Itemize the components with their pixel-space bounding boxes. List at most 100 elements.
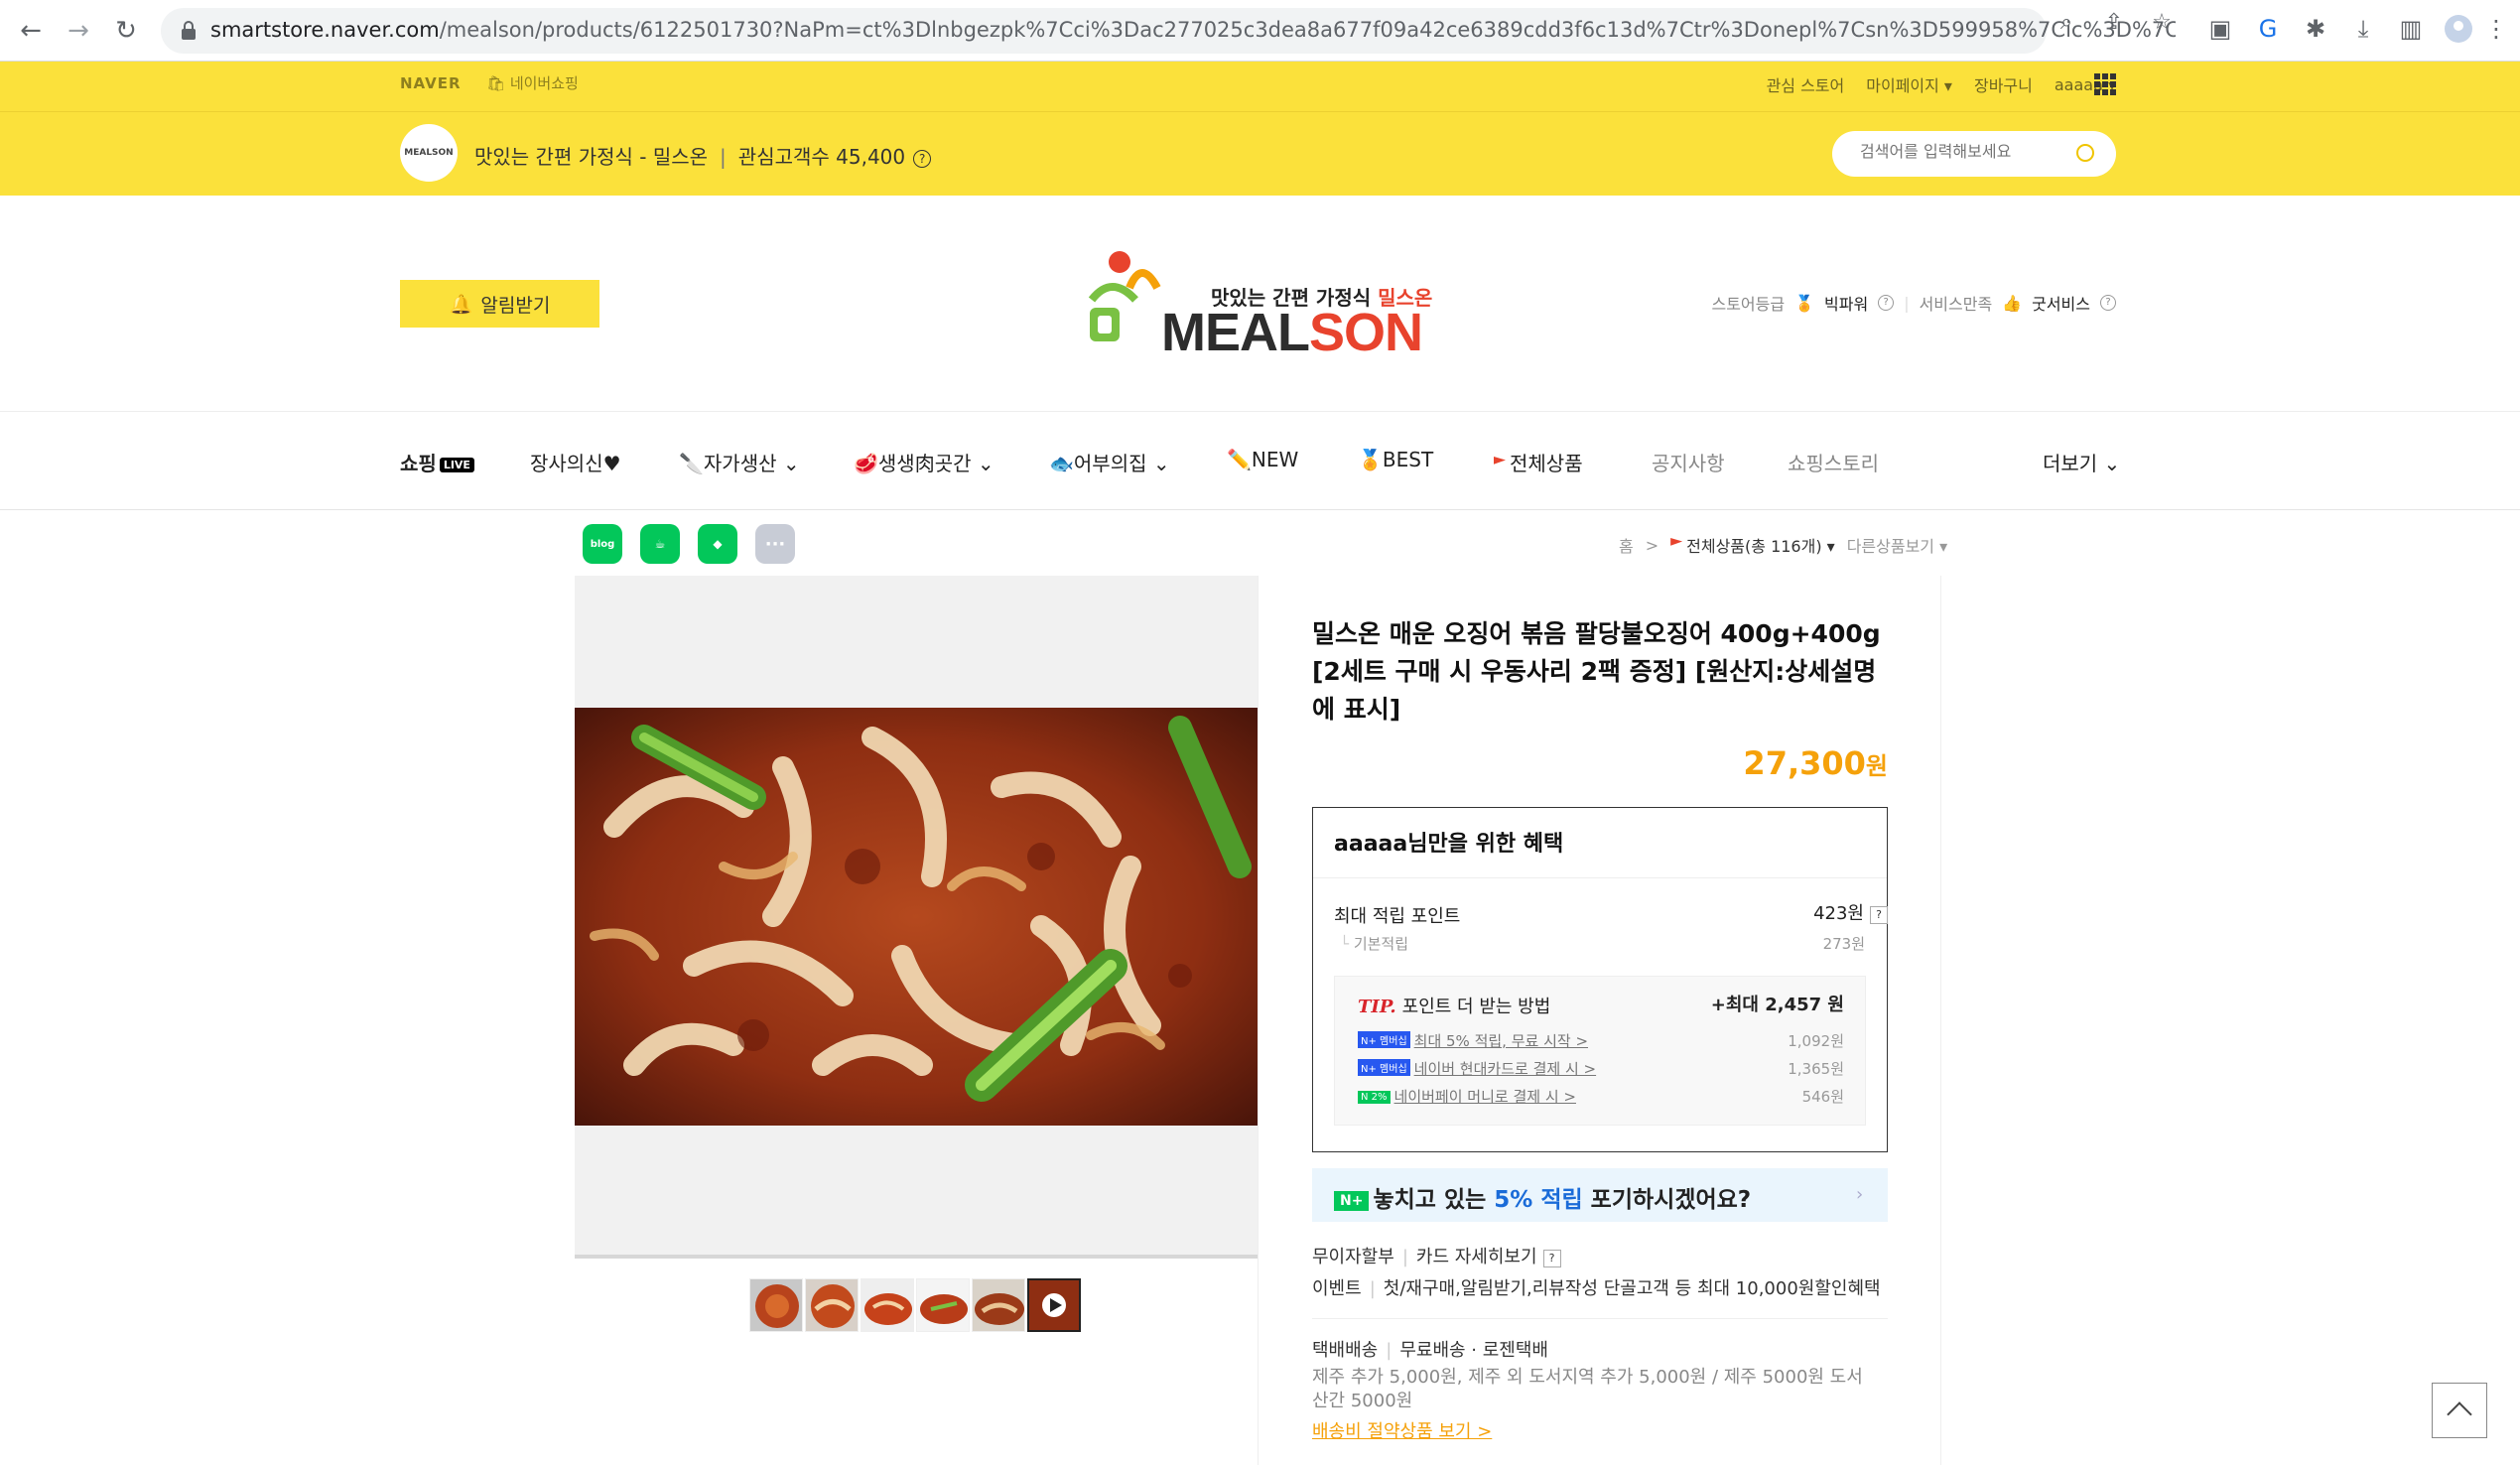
- basic-point-label: └ 기본적립: [1340, 935, 1409, 953]
- search-input[interactable]: [1860, 142, 2058, 161]
- address-bar[interactable]: smartstore.naver.com/mealson/products/61…: [161, 8, 2176, 54]
- shipping-saving-link[interactable]: 배송비 절약상품 보기 >: [1312, 1417, 1492, 1443]
- thumbnail[interactable]: [749, 1278, 803, 1332]
- download-icon[interactable]: ⤓: [2348, 14, 2378, 44]
- search-icon[interactable]: [2076, 144, 2094, 162]
- chevron-right-icon: ›: [1856, 1184, 1864, 1205]
- tip-row-naverpay[interactable]: N 2% 네이버페이 머니로 결제 시 >: [1358, 1086, 1576, 1107]
- thumbs-up-icon: 👍: [2002, 293, 2023, 313]
- zoom-icon[interactable]: ⌕: [2055, 11, 2078, 35]
- help-icon[interactable]: ?: [1878, 295, 1895, 311]
- card-detail-link[interactable]: 카드 자세히보기: [1416, 1247, 1537, 1267]
- more-share-icon[interactable]: ···: [755, 524, 795, 564]
- alarm-subscribe-button[interactable]: 🔔 알림받기: [400, 280, 599, 328]
- store-search[interactable]: [1832, 131, 2116, 177]
- tip-title: TIP. 포인트 더 받는 방법: [1358, 997, 1551, 1017]
- top-links: 관심 스토어 마이페이지 ▾ 장바구니 aaaaa ▾: [1767, 72, 2116, 96]
- tip-row-naverpay-value: 546원: [1801, 1088, 1844, 1106]
- product-main-image[interactable]: [575, 708, 1258, 1126]
- extensions-puzzle-icon[interactable]: ✱: [2301, 14, 2330, 44]
- store-title[interactable]: 맛있는 간편 가정식 - 밀스온 | 관심고객수 45,400?: [474, 141, 932, 170]
- cart-link[interactable]: 장바구니: [1974, 72, 2033, 96]
- breadcrumb-current[interactable]: 전체상품(총 116개) ▾: [1670, 533, 1835, 557]
- profile-avatar[interactable]: [2444, 14, 2473, 44]
- nav-jangsa[interactable]: 장사의신♥: [530, 448, 621, 476]
- meat-icon: 🥩: [854, 452, 878, 475]
- naver-logo[interactable]: NAVER: [400, 74, 462, 92]
- thumbnail[interactable]: [972, 1278, 1025, 1332]
- forward-icon[interactable]: →: [62, 14, 95, 48]
- flag-icon: [1494, 457, 1506, 465]
- nav-shopping-live[interactable]: 쇼핑 LIVE: [400, 448, 474, 476]
- nav-meat[interactable]: 🥩생생肉곳간 ⌄: [854, 448, 995, 476]
- bookmark-star-icon[interactable]: ☆: [2150, 11, 2174, 35]
- bell-plus-icon: 🔔: [449, 293, 473, 316]
- tip-max-value: +최대 2,457 원: [1710, 995, 1844, 1015]
- shopping-bag-icon: 🛍: [486, 74, 506, 92]
- thumbnail-list: [749, 1278, 1081, 1332]
- browser-toolbar: ← → ↻ smartstore.naver.com/mealson/produ…: [0, 0, 2520, 62]
- thumbnail[interactable]: [916, 1278, 970, 1332]
- share-icon[interactable]: ⇪: [2102, 11, 2126, 35]
- help-icon[interactable]: ?: [1870, 906, 1888, 924]
- breadcrumb: 홈 > 전체상품(총 116개) ▾ 다른상품보기 ▾: [1619, 533, 1947, 557]
- blog-share-icon[interactable]: blog: [583, 524, 622, 564]
- nav-all-products[interactable]: 전체상품: [1494, 448, 1583, 476]
- fish-icon: 🐟: [1049, 452, 1074, 475]
- tip-row-membership-value: 1,092원: [1788, 1032, 1844, 1050]
- divider: [1313, 877, 1887, 878]
- nav-more[interactable]: 더보기 ⌄: [2043, 448, 2120, 476]
- knife-icon: 🔪: [679, 452, 704, 475]
- naver-shopping-link[interactable]: 🛍 네이버쇼핑: [486, 72, 579, 93]
- nav-fisherman[interactable]: 🐟어부의집 ⌄: [1049, 448, 1170, 476]
- url-text: smartstore.naver.com/mealson/products/61…: [210, 18, 2176, 42]
- delivery-row: 택배배송 | 무료배송 · 로젠택배: [1312, 1340, 1548, 1361]
- basic-point-value: 273원: [1822, 935, 1865, 953]
- thumbnail[interactable]: [805, 1278, 859, 1332]
- max-point-label: 최대 적립 포인트: [1334, 906, 1461, 927]
- logo-wordmark: MEALSON: [1161, 303, 1423, 362]
- store-logo[interactable]: 맛있는 간편 가정식 밀스온 MEALSON: [1082, 242, 1439, 371]
- delivery-note: 제주 추가 5,000원, 제주 외 도서지역 추가 5,000원 / 제주 5…: [1312, 1367, 1863, 1411]
- other-products-dropdown[interactable]: 다른상품보기 ▾: [1847, 533, 1947, 557]
- help-icon[interactable]: ?: [913, 150, 932, 168]
- max-point-value: 423원?: [1813, 899, 1888, 925]
- divider: [1312, 1318, 1888, 1319]
- nav-shopping-story[interactable]: 쇼핑스토리: [1788, 448, 1879, 476]
- interest-store-link[interactable]: 관심 스토어: [1767, 72, 1845, 96]
- cafe-share-icon[interactable]: ☕: [640, 524, 680, 564]
- membership-banner-text[interactable]: N+ 놓치고 있는 5% 적립 포기하시겠어요?: [1334, 1180, 1751, 1214]
- nav-new[interactable]: ✏️NEW: [1227, 448, 1298, 471]
- translate-extension-icon[interactable]: G: [2253, 14, 2283, 44]
- tip-row-card[interactable]: N+ 멤버십 네이버 현대카드로 결제 시 >: [1358, 1058, 1596, 1079]
- nav-notice[interactable]: 공지사항: [1652, 448, 1725, 476]
- product-price: 27,300원: [1743, 744, 1888, 782]
- breadcrumb-home[interactable]: 홈: [1619, 533, 1634, 557]
- side-panel-icon[interactable]: ▥: [2396, 14, 2426, 44]
- keep-share-icon[interactable]: ◆: [698, 524, 737, 564]
- medal-icon: 🏅: [1358, 448, 1383, 471]
- reload-icon[interactable]: ↻: [109, 14, 143, 48]
- mypage-link[interactable]: 마이페이지 ▾: [1866, 72, 1952, 96]
- thumbnail[interactable]: [861, 1278, 914, 1332]
- apps-grid-icon[interactable]: [2094, 73, 2116, 95]
- tip-row-membership[interactable]: N+ 멤버십 최대 5% 적립, 무료 시작 >: [1358, 1030, 1588, 1051]
- naver-top-bar: [0, 62, 2520, 112]
- flag-icon: [1670, 538, 1683, 546]
- event-row: 이벤트 | 첫/재구매,알림받기,리뷰작성 단골고객 등 최대 10,000원할인혜…: [1312, 1278, 1881, 1299]
- menu-kebab-icon[interactable]: ⋮: [2481, 14, 2511, 44]
- pencil-icon: ✏️: [1227, 448, 1252, 471]
- lock-icon: [182, 21, 196, 40]
- share-buttons: blog ☕ ◆ ···: [583, 524, 795, 564]
- help-icon[interactable]: ?: [2100, 295, 2116, 311]
- chevron-up-icon: [2447, 1401, 2472, 1427]
- installment-row: 무이자할부 | 카드 자세히보기?: [1312, 1243, 1561, 1268]
- video-thumbnail[interactable]: [1027, 1278, 1081, 1332]
- nav-best[interactable]: 🏅BEST: [1358, 448, 1433, 471]
- scroll-to-top-button[interactable]: [2432, 1383, 2487, 1438]
- help-icon[interactable]: ?: [1542, 1250, 1561, 1267]
- image-extension-icon[interactable]: ▣: [2205, 14, 2235, 44]
- nav-self-production[interactable]: 🔪자가생산 ⌄: [679, 448, 800, 476]
- back-icon[interactable]: ←: [14, 14, 48, 48]
- store-avatar[interactable]: MEALSON: [400, 124, 458, 182]
